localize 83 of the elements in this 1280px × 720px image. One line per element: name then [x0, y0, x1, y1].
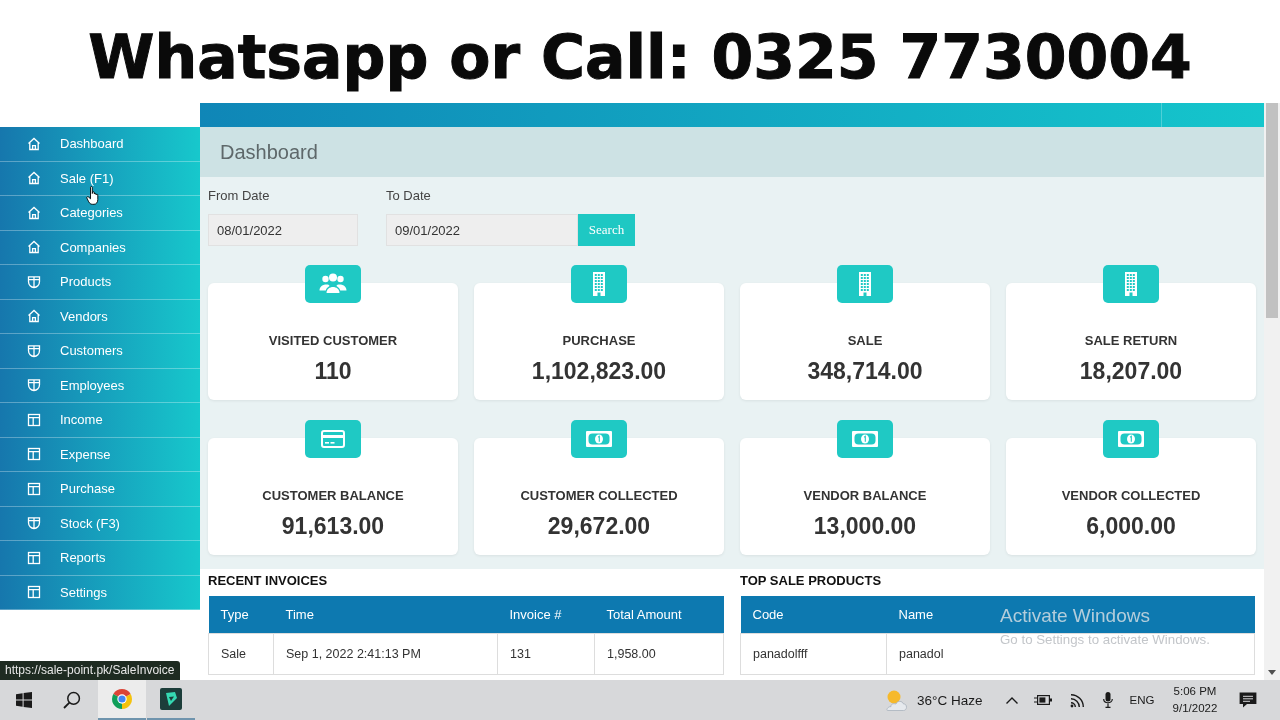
table-cell: panadolfff — [740, 633, 887, 675]
layout-icon — [27, 585, 41, 600]
sidebar-item[interactable]: Stock (F3) — [0, 506, 200, 541]
stat-value: 1,102,823.00 — [531, 357, 667, 385]
shield-icon — [27, 516, 41, 531]
column-header: Invoice # — [497, 596, 595, 634]
scrollbar-thumb[interactable] — [1266, 103, 1278, 318]
layout-icon — [27, 412, 41, 427]
clock-button[interactable]: 5:06 PM 9/1/2022 — [1164, 680, 1226, 720]
battery-icon — [1034, 694, 1052, 706]
home-icon — [27, 309, 41, 324]
sidebar-item[interactable]: Categories — [0, 196, 200, 231]
scroll-down-arrow-icon[interactable] — [1268, 669, 1276, 675]
home-icon — [27, 171, 41, 186]
date-field[interactable]: 08/01/2022 — [208, 214, 358, 246]
stat-title: SALE RETURN — [1084, 333, 1178, 349]
table-cell: Sale — [208, 633, 274, 675]
home-icon — [27, 136, 41, 151]
sidebar-item[interactable]: Reports — [0, 541, 200, 576]
stat-value: 18,207.00 — [1079, 357, 1183, 385]
stat-title: VISITED CUSTOMER — [268, 333, 398, 349]
stat-title: SALE — [847, 333, 883, 349]
banner-text: Whatsapp or Call: 0325 7730004 — [88, 23, 1192, 90]
layout-icon — [27, 447, 41, 462]
weather-icon — [884, 689, 908, 711]
column-header: Total Amount — [594, 596, 724, 634]
stat-value: 110 — [314, 357, 352, 385]
stat-value: 348,714.00 — [807, 357, 923, 385]
sidebar-item[interactable]: Sale (F1) — [0, 161, 200, 196]
activate-windows-title: Activate Windows — [1000, 605, 1150, 627]
sidebar-item[interactable]: Employees — [0, 368, 200, 403]
layout-icon — [27, 550, 41, 565]
column-header: Type — [208, 596, 274, 634]
stat-value: 91,613.00 — [281, 512, 385, 540]
caret-up-icon — [1006, 696, 1018, 704]
stat-value: 29,672.00 — [547, 512, 651, 540]
sidebar-item[interactable]: Expense — [0, 437, 200, 472]
sidebar-item[interactable]: Products — [0, 265, 200, 300]
stat-title: CUSTOMER COLLECTED — [520, 488, 678, 504]
sidebar-item[interactable]: Dashboard — [0, 127, 200, 162]
date-field[interactable]: 09/01/2022 — [386, 214, 578, 246]
sidebar-item[interactable]: Purchase — [0, 472, 200, 507]
sidebar-item[interactable]: Companies — [0, 230, 200, 265]
column-header: Code — [740, 596, 887, 634]
field-label: From Date — [208, 188, 271, 204]
sidebar-item[interactable]: Vendors — [0, 299, 200, 334]
table-cell: 131 — [497, 633, 595, 675]
status-url-tooltip: https://sale-point.pk/SaleInvoice — [0, 661, 181, 680]
section-title: RECENT INVOICES — [208, 573, 329, 589]
stat-value: 13,000.00 — [813, 512, 917, 540]
pointer-cursor-icon — [86, 186, 100, 205]
windows-logo-icon — [16, 692, 32, 708]
browser-icon — [111, 688, 133, 710]
shield-icon — [27, 274, 41, 289]
shield-icon — [27, 343, 41, 358]
sidebar-item[interactable]: Customers — [0, 334, 200, 369]
weather-button[interactable]: 36°C Haze — [876, 680, 996, 720]
search-icon — [63, 691, 81, 709]
notification-icon — [1239, 692, 1257, 708]
layout-icon — [27, 481, 41, 496]
table-cell: Sep 1, 2022 2:41:13 PM — [273, 633, 498, 675]
section-title: TOP SALE PRODUCTS — [740, 573, 883, 589]
page-title: Dashboard — [220, 140, 318, 164]
language-button[interactable]: ENG — [1120, 680, 1164, 720]
stat-title: VENDOR COLLECTED — [1061, 488, 1201, 504]
home-icon — [27, 240, 41, 255]
shield-icon — [27, 378, 41, 393]
stat-value: 6,000.00 — [1086, 512, 1176, 540]
stat-title: PURCHASE — [562, 333, 636, 349]
search-button[interactable]: Search — [578, 214, 635, 246]
field-label: To Date — [386, 188, 432, 204]
video-editor-icon — [160, 688, 182, 710]
activate-windows-subtitle: Go to Settings to activate Windows. — [1000, 632, 1210, 647]
stat-title: VENDOR BALANCE — [803, 488, 927, 504]
sidebar-item[interactable]: Settings — [0, 575, 200, 610]
taskbar-app-button[interactable] — [98, 680, 146, 720]
table-cell: 1,958.00 — [594, 633, 724, 675]
microphone-icon — [1103, 692, 1113, 708]
stat-title: CUSTOMER BALANCE — [262, 488, 404, 504]
wifi-icon — [1069, 692, 1085, 708]
sidebar-item[interactable]: Income — [0, 403, 200, 438]
home-icon — [27, 205, 41, 220]
column-header: Time — [273, 596, 498, 634]
